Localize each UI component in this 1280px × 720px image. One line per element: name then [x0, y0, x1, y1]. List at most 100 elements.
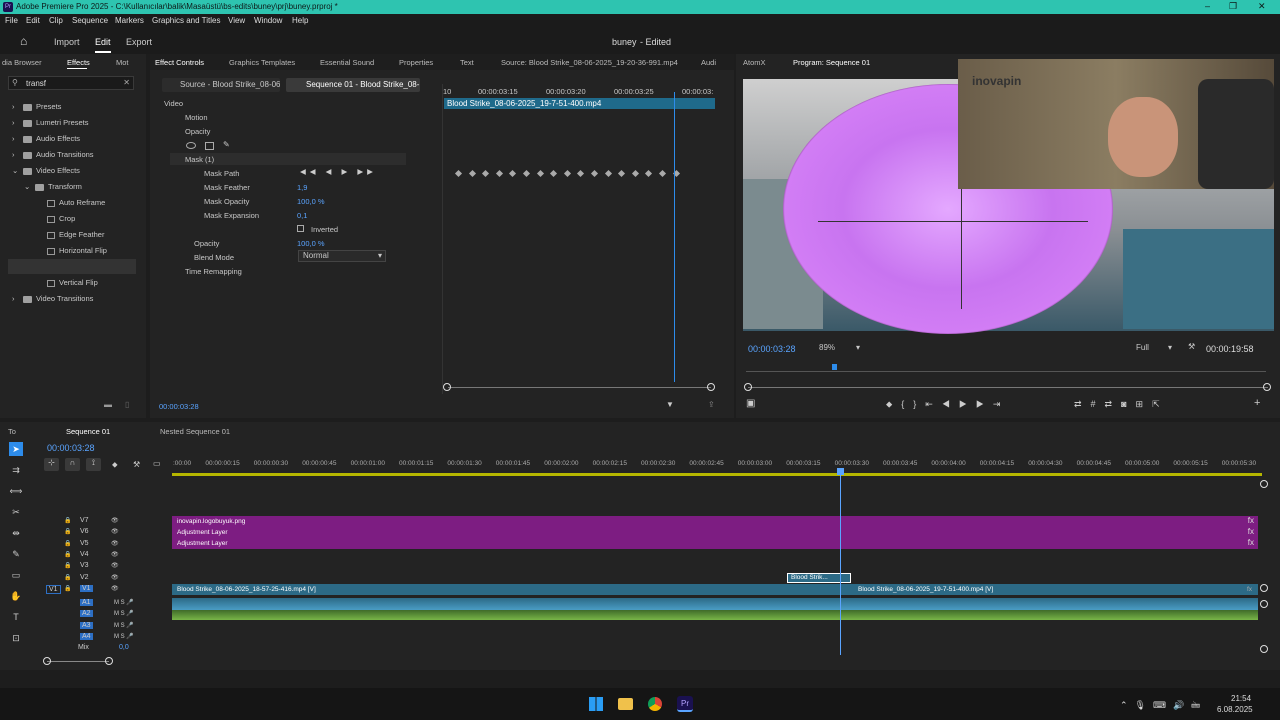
program-scroll-handle-right[interactable]: [1263, 383, 1271, 391]
keyframe-diamond[interactable]: [536, 169, 544, 178]
effects-tree-item[interactable]: › Video Transitions: [12, 294, 93, 303]
ec-scroll-handle-left[interactable]: [443, 383, 451, 391]
program-mini-ruler[interactable]: [746, 366, 1266, 372]
timeline-hscroll-track[interactable]: [47, 661, 109, 662]
eye-icon[interactable]: 👁: [111, 574, 119, 581]
video-track-label[interactable]: V7: [80, 517, 89, 524]
tab-media-browser[interactable]: dia Browser: [2, 58, 42, 74]
effects-tree-item[interactable]: Vertical Flip: [36, 278, 98, 287]
tab-program[interactable]: Program: Sequence 01: [793, 58, 870, 74]
tab-source[interactable]: Source: Blood Strike_08-06-2025_19-20-36…: [501, 58, 678, 74]
ec-opacity[interactable]: Opacity: [185, 127, 210, 136]
snap-toggle[interactable]: ⊹: [44, 458, 59, 471]
ec-current-time[interactable]: 00:00:03:28: [159, 402, 199, 411]
ec-scroll-track[interactable]: [448, 387, 711, 388]
lock-icon[interactable]: 🔒: [64, 585, 71, 592]
selection-tool-icon[interactable]: ➤: [9, 442, 23, 456]
eye-icon[interactable]: 👁: [111, 551, 119, 558]
ec-pen-mask-icon[interactable]: ✎: [223, 140, 230, 149]
eye-icon[interactable]: 👁: [111, 528, 119, 535]
tab-text[interactable]: Text: [460, 58, 474, 74]
blend-mode-select[interactable]: Normal ▾: [298, 250, 386, 262]
transport-controls[interactable]: ⬥{}⇤◀▶▶⇥: [886, 399, 1009, 410]
captions-icon[interactable]: ▭: [153, 459, 161, 468]
eye-icon[interactable]: 👁: [111, 562, 119, 569]
type-tool-icon[interactable]: T: [9, 610, 23, 624]
video-track-label[interactable]: V2: [80, 574, 89, 581]
tab-nested-sequence[interactable]: Nested Sequence 01: [160, 427, 230, 443]
tab-atomx[interactable]: AtomX: [743, 58, 766, 74]
keyframe-diamond[interactable]: [454, 169, 463, 178]
timeline-playhead-head[interactable]: [837, 468, 844, 475]
audio-track-label[interactable]: A3: [80, 621, 93, 629]
slip-icon[interactable]: ⇹: [9, 526, 23, 540]
chevron-icon[interactable]: ⌄: [24, 182, 35, 191]
effects-tree-item[interactable]: › Lumetri Presets: [12, 118, 89, 127]
audio-track-label[interactable]: A2: [80, 610, 93, 618]
effects-tree-item[interactable]: › Presets: [12, 102, 61, 111]
lock-icon[interactable]: 🔒: [64, 528, 71, 535]
eye-icon[interactable]: 👁: [111, 540, 119, 547]
windows-start-icon[interactable]: [589, 697, 603, 711]
keyframe-diamond[interactable]: [590, 169, 599, 178]
add-button-icon[interactable]: +: [1254, 397, 1260, 409]
video-track-label[interactable]: V5: [80, 540, 89, 547]
mix-value[interactable]: 0,0: [119, 644, 129, 651]
keyframe-diamond[interactable]: [618, 169, 626, 178]
ec-motion[interactable]: Motion: [185, 113, 208, 122]
chevron-icon[interactable]: ›: [12, 150, 23, 159]
clip-v1-b[interactable]: Blood Strike_08-06-2025_19-7-51-400.mp4 …: [842, 584, 1258, 595]
taskbar-time[interactable]: 21:54: [1231, 694, 1251, 703]
source-patch-v1[interactable]: V1: [46, 584, 61, 594]
track-select-icon[interactable]: ⇉: [9, 463, 23, 477]
video-track-label[interactable]: V6: [80, 528, 89, 535]
mask-track-controls[interactable]: ◀◀ ◀ ▶ ▶▶: [300, 167, 377, 176]
chevron-icon[interactable]: ›: [12, 294, 23, 303]
keyframe-diamond[interactable]: [550, 169, 558, 178]
mute-solo-icons[interactable]: M S 🎤: [114, 610, 134, 617]
video-track-label[interactable]: V4: [80, 551, 89, 558]
minimize-button[interactable]: –: [1205, 1, 1210, 11]
tab-effects[interactable]: Effects: [67, 58, 90, 74]
premiere-taskbar-icon[interactable]: Pr: [677, 696, 693, 712]
program-scroll-track[interactable]: [748, 387, 1268, 388]
chevron-icon[interactable]: ›: [12, 134, 23, 143]
file-explorer-icon[interactable]: [618, 698, 633, 710]
chrome-icon[interactable]: [648, 697, 662, 711]
linked-selection-toggle[interactable]: ∩: [65, 458, 80, 471]
work-area-bar[interactable]: [172, 473, 1262, 476]
menu-clip[interactable]: Clip: [49, 16, 63, 25]
timeline-current-time[interactable]: 00:00:03:28: [47, 443, 95, 453]
keyframe-diamond[interactable]: [522, 169, 531, 178]
lock-icon[interactable]: 🔒: [64, 540, 71, 547]
keyframe-diamond[interactable]: [577, 169, 585, 178]
chevron-icon[interactable]: ›: [12, 118, 23, 127]
video-track-label[interactable]: V1: [80, 584, 93, 592]
audio-clip-a1[interactable]: [172, 598, 1258, 610]
effects-tree-item[interactable]: › Audio Effects: [12, 134, 80, 143]
program-current-time[interactable]: 00:00:03:28: [748, 344, 796, 354]
audio-clip-a2[interactable]: [172, 610, 1258, 620]
keyframe-diamond[interactable]: [645, 169, 653, 178]
marker-icon[interactable]: ⬥: [112, 460, 118, 470]
keyframe-diamond[interactable]: [468, 169, 476, 178]
wrench-icon[interactable]: ⚒: [1188, 342, 1195, 351]
rectangle-tool-icon[interactable]: ▭: [9, 568, 23, 582]
menu-view[interactable]: View: [228, 16, 245, 25]
audio-track-label[interactable]: A1: [80, 599, 93, 606]
keyframe-diamond[interactable]: [495, 169, 503, 178]
mute-solo-icons[interactable]: M S 🎤: [114, 633, 134, 640]
ec-time-remapping[interactable]: Time Remapping: [185, 267, 242, 276]
keyframe-diamond[interactable]: [509, 169, 517, 178]
ec-scroll-handle-right[interactable]: [707, 383, 715, 391]
effects-search-box[interactable]: ⚲ transf ✕: [8, 76, 134, 90]
ripple-edit-icon[interactable]: ⟺: [9, 484, 23, 498]
effects-tree-item[interactable]: › Audio Transitions: [12, 150, 94, 159]
mute-solo-icons[interactable]: M S 🎤: [114, 622, 134, 629]
ec-mask-expansion-value[interactable]: 0,1: [297, 211, 307, 220]
lock-icon[interactable]: 🔒: [64, 574, 71, 581]
caption-tool-icon[interactable]: ⊡: [9, 631, 23, 645]
tab-import[interactable]: Import: [54, 37, 80, 47]
effects-tree-item[interactable]: ⌄ Transform: [24, 182, 82, 191]
new-bin-icon[interactable]: ▬: [104, 400, 112, 409]
